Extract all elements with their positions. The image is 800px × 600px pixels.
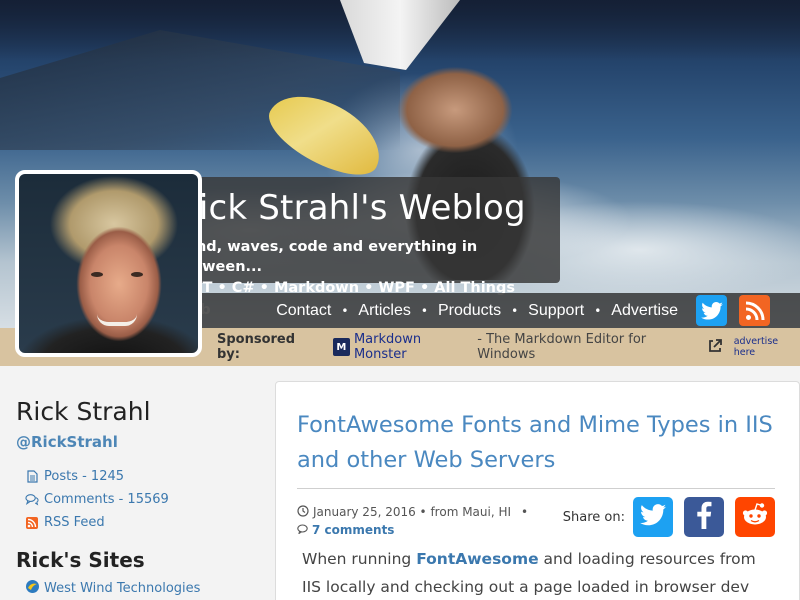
author-name: Rick Strahl	[16, 397, 151, 426]
nav-separator: •	[511, 303, 519, 318]
site-link-label: West Wind Technologies	[44, 581, 201, 596]
nav-products[interactable]: Products	[438, 302, 501, 320]
article-date: January 25, 2016 • from Maui, HI	[313, 505, 512, 519]
nav-contact[interactable]: Contact	[276, 302, 331, 320]
stat-comments-label: Comments - 15569	[44, 492, 169, 507]
site-title[interactable]: Rick Strahl's Weblog	[175, 185, 550, 231]
sponsor-product-link[interactable]: Markdown Monster	[354, 332, 473, 362]
rss-icon	[25, 516, 39, 530]
nav-separator: •	[420, 303, 428, 318]
avatar-eyes	[89, 272, 145, 280]
meta-separator: •	[521, 505, 529, 519]
share-label: Share on:	[562, 509, 625, 525]
avatar-smile	[97, 314, 137, 326]
comments-line: 7 comments	[297, 521, 528, 539]
nav-separator: •	[594, 303, 602, 318]
stats-list: Posts - 1245 Comments - 15569 RSS Feed	[25, 465, 275, 534]
twitter-handle-link[interactable]: @RickStrahl	[16, 433, 275, 451]
sponsor-description: - The Markdown Editor for Windows	[477, 332, 647, 362]
comments-icon	[25, 493, 39, 507]
site-title-box: Rick Strahl's Weblog Wind, waves, code a…	[165, 177, 560, 318]
rss-icon[interactable]	[739, 295, 770, 326]
reddit-icon	[741, 502, 769, 532]
clock-icon	[297, 504, 309, 520]
stat-comments[interactable]: Comments - 15569	[25, 488, 275, 511]
comment-icon	[297, 523, 308, 537]
file-icon	[25, 470, 39, 484]
date-line: January 25, 2016 • from Maui, HI •	[297, 503, 528, 521]
facebook-icon	[696, 501, 712, 533]
article-body: When running FontAwesome and loading res…	[302, 545, 777, 600]
main-nav: Contact • Articles • Products • Support …	[200, 293, 800, 328]
site-tagline: Wind, waves, code and everything in betw…	[175, 239, 478, 275]
nav-support[interactable]: Support	[528, 302, 584, 320]
stat-posts-label: Posts - 1245	[44, 469, 125, 484]
sponsor-label: Sponsored by:	[217, 332, 296, 362]
nav-separator: •	[341, 303, 349, 318]
body-text-start: When running	[302, 550, 417, 568]
nav-articles[interactable]: Articles	[358, 302, 410, 320]
share-reddit-button[interactable]	[735, 497, 775, 537]
external-link-icon[interactable]	[708, 338, 722, 357]
author-avatar[interactable]	[15, 170, 202, 357]
sites-heading: Rick's Sites	[16, 548, 145, 572]
stat-rss-label: RSS Feed	[44, 515, 105, 530]
twitter-icon[interactable]	[696, 295, 727, 326]
west-wind-icon	[25, 579, 40, 598]
share-bar: Share on:	[563, 495, 775, 539]
article-meta-row: January 25, 2016 • from Maui, HI • 7 com…	[297, 495, 775, 539]
fontawesome-link[interactable]: FontAwesome	[416, 550, 538, 568]
site-link-west-wind[interactable]: West Wind Technologies	[25, 579, 275, 598]
stat-rss[interactable]: RSS Feed	[25, 511, 275, 534]
markdown-monster-icon[interactable]: M	[332, 338, 350, 356]
comments-link[interactable]: 7 comments	[312, 523, 394, 537]
nav-advertise[interactable]: Advertise	[611, 302, 678, 320]
share-facebook-button[interactable]	[684, 497, 724, 537]
article-card: FontAwesome Fonts and Mime Types in IIS …	[275, 381, 800, 600]
stat-posts[interactable]: Posts - 1245	[25, 465, 275, 488]
article-meta: January 25, 2016 • from Maui, HI • 7 com…	[297, 495, 528, 539]
twitter-icon	[640, 504, 666, 530]
advertise-here-link[interactable]: advertise here	[734, 336, 800, 358]
article-title-link[interactable]: FontAwesome Fonts and Mime Types in IIS …	[297, 408, 777, 478]
share-twitter-button[interactable]	[633, 497, 673, 537]
sidebar: Rick Strahl @RickStrahl Posts - 1245 Com…	[0, 366, 275, 600]
title-divider	[297, 488, 775, 489]
